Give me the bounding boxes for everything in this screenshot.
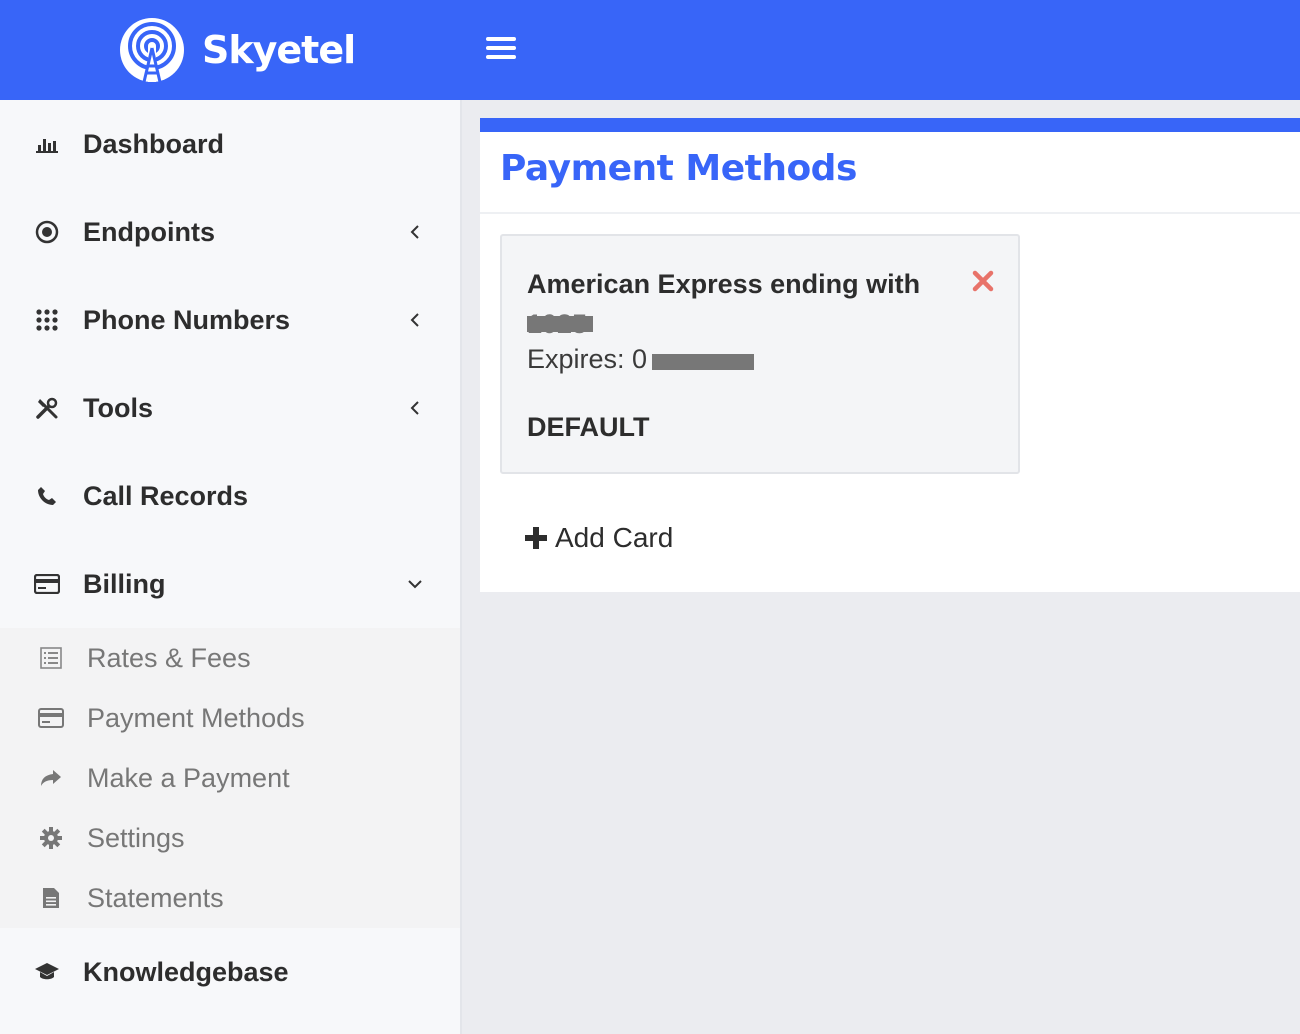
add-card-button[interactable]: Add Card [525, 522, 673, 554]
chevron-left-icon [410, 225, 419, 239]
redaction-bar [652, 354, 754, 370]
sidebar-item-label: Call Records [83, 480, 249, 511]
redaction-bar [527, 316, 593, 332]
share-arrow-icon [38, 766, 64, 790]
sidebar-item-label: Dashboard [83, 128, 225, 159]
bar-chart-icon [34, 131, 60, 157]
sidebar-subitem-settings[interactable]: Settings [0, 808, 460, 868]
sidebar: Dashboard Endpoints Phone Numbers Tools [0, 100, 462, 1034]
chevron-down-icon [408, 580, 422, 589]
sidebar-subitem-label: Rates & Fees [87, 642, 251, 673]
billing-submenu: Rates & Fees Payment Methods Make a Paym… [0, 628, 460, 928]
sidebar-subitem-label: Settings [87, 822, 185, 853]
sidebar-item-dashboard[interactable]: Dashboard [0, 100, 460, 188]
sidebar-item-label: Phone Numbers [83, 304, 291, 335]
brand[interactable]: Skyetel [118, 16, 356, 84]
sidebar-item-knowledgebase[interactable]: Knowledgebase [0, 928, 460, 1016]
top-bar: Skyetel [0, 0, 1300, 100]
sidebar-subitem-label: Statements [87, 882, 224, 913]
card-expires: Expires: 0 [527, 344, 648, 374]
target-icon [34, 219, 60, 245]
payment-card: American Express ending with 1025 Expire… [500, 234, 1020, 474]
phone-icon [34, 483, 60, 509]
sidebar-item-tools[interactable]: Tools [0, 364, 460, 452]
sidebar-subitem-label: Payment Methods [87, 702, 305, 733]
remove-card-icon[interactable] [972, 270, 994, 292]
sidebar-subitem-label: Make a Payment [87, 762, 290, 793]
gear-icon [38, 826, 64, 850]
card-title: American Express ending with 1025 [527, 264, 947, 344]
sidebar-item-call-records[interactable]: Call Records [0, 452, 460, 540]
sidebar-subitem-rates-fees[interactable]: Rates & Fees [0, 628, 460, 688]
sidebar-item-label: Tools [83, 392, 153, 423]
sidebar-item-label: Knowledgebase [83, 956, 289, 987]
sidebar-subitem-statements[interactable]: Statements [0, 868, 460, 928]
graduation-cap-icon [34, 959, 60, 985]
list-icon [38, 646, 64, 670]
menu-toggle-icon[interactable] [486, 37, 516, 63]
sidebar-item-billing[interactable]: Billing [0, 540, 460, 628]
broadcast-tower-logo-icon [120, 18, 184, 83]
divider [480, 212, 1300, 214]
sidebar-subitem-make-payment[interactable]: Make a Payment [0, 748, 460, 808]
add-card-label: Add Card [555, 522, 674, 553]
brand-name: Skyetel [202, 28, 356, 72]
chevron-left-icon [410, 313, 419, 327]
plus-icon [525, 527, 547, 549]
tools-icon [34, 395, 60, 421]
chevron-left-icon [410, 401, 419, 415]
credit-card-icon [34, 571, 60, 597]
sidebar-item-label: Endpoints [83, 216, 215, 247]
sidebar-item-endpoints[interactable]: Endpoints [0, 188, 460, 276]
document-icon [38, 886, 64, 910]
credit-card-icon [38, 706, 64, 730]
sidebar-subitem-payment-methods[interactable]: Payment Methods [0, 688, 460, 748]
grid-dots-icon [34, 307, 60, 333]
sidebar-item-phone-numbers[interactable]: Phone Numbers [0, 276, 460, 364]
default-badge: DEFAULT [527, 412, 650, 442]
page-title: Payment Methods [500, 148, 857, 189]
card-title-text: American Express ending with [527, 269, 921, 299]
sidebar-item-label: Billing [83, 568, 166, 599]
payment-methods-panel: Payment Methods American Express ending … [480, 118, 1300, 592]
